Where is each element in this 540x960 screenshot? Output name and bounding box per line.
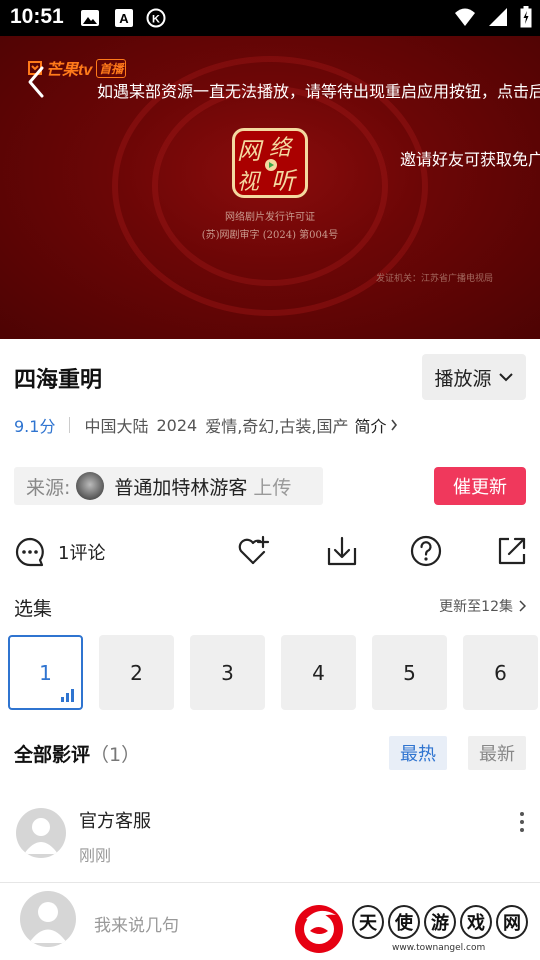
episodes-update-label: 更新至12集 — [439, 599, 513, 615]
uploader-info: 来源: 普通加特林游客 上传 — [14, 467, 323, 505]
svg-text:视: 视 — [237, 170, 262, 195]
episodes-title: 选集 — [14, 598, 53, 620]
episode-list: 1 2 3 4 5 6 — [8, 635, 538, 710]
back-arrow-icon[interactable] — [22, 64, 52, 100]
episode-number: 2 — [130, 660, 143, 685]
download-icon[interactable] — [325, 534, 359, 568]
episode-number: 5 — [403, 660, 416, 685]
tab-newest[interactable]: 最新 — [468, 736, 526, 770]
watermark-chars: 天 使 游 戏 网 — [352, 905, 528, 939]
logo-badge: 首播 — [96, 58, 127, 78]
default-user-icon — [29, 902, 67, 943]
show-score: 9.1分 — [14, 417, 56, 436]
uploader-action: 上传 — [253, 476, 292, 499]
comment-count-label: 1评论 — [58, 543, 106, 564]
play-source-label: 播放源 — [434, 367, 492, 390]
avatar[interactable] — [20, 891, 76, 947]
svg-text:听: 听 — [271, 167, 298, 195]
comment-icon — [15, 537, 44, 567]
watermark-logo-icon — [295, 905, 343, 953]
watermark-char: 使 — [388, 905, 420, 939]
seal-emblem-icon: 网 络 视 听 — [237, 136, 298, 195]
uploader-source-label: 来源: — [26, 476, 71, 499]
playing-indicator-icon — [61, 689, 74, 702]
tab-hottest[interactable]: 最热 — [389, 736, 447, 770]
status-time: 10:51 — [10, 5, 64, 28]
chevron-down-icon — [498, 373, 513, 382]
episode-number: 4 — [312, 660, 325, 685]
episode-number: 6 — [494, 660, 507, 685]
a-letter-icon: A — [115, 9, 133, 27]
svg-text:K: K — [152, 14, 160, 26]
more-options-icon[interactable] — [514, 810, 530, 834]
share-icon[interactable] — [495, 534, 529, 568]
comment-input[interactable]: 我来说几句 — [94, 911, 179, 936]
image-icon — [81, 10, 99, 26]
episodes-update-status[interactable]: 更新至12集 — [439, 596, 526, 616]
chevron-right-icon — [519, 600, 526, 612]
intro-label: 简介 — [354, 417, 387, 436]
signal-icon — [489, 8, 507, 26]
reviews-count: （1） — [90, 744, 141, 766]
default-user-icon — [24, 818, 58, 854]
show-meta: 9.1分 中国大陆 2024 爱情,奇幻,古装,国产 简介 — [14, 413, 398, 437]
license-issuer: 发证机关：江苏省广播电视局 — [376, 274, 494, 284]
svg-text:络: 络 — [269, 136, 294, 161]
comment-composer: 我来说几句 天 使 游 戏 网 www.townangel.com — [0, 882, 540, 960]
meta-divider — [69, 417, 71, 433]
episode-button[interactable]: 3 — [190, 635, 265, 710]
logo-text: 芒果tv — [46, 62, 93, 79]
show-title: 四海重明 — [14, 368, 103, 393]
uploader-name[interactable]: 普通加特林游客 — [114, 473, 247, 500]
license-line-1: 网络剧片发行许可证 — [225, 212, 315, 223]
battery-icon — [520, 6, 532, 28]
show-region: 中国大陆 — [84, 417, 149, 436]
watermark-char: 网 — [496, 905, 528, 939]
svg-text:网: 网 — [237, 137, 264, 165]
network-av-seal: 网 络 视 听 — [232, 128, 308, 198]
show-year: 2024 — [156, 415, 198, 435]
watermark-char: 戏 — [460, 905, 492, 939]
comment-author: 官方客服 — [79, 811, 151, 832]
episode-number: 3 — [221, 660, 234, 685]
wifi-icon — [455, 8, 475, 26]
watermark-url: www.townangel.com — [392, 943, 486, 953]
avatar[interactable] — [16, 808, 66, 858]
episode-button[interactable]: 5 — [372, 635, 447, 710]
intro-link[interactable]: 简介 — [354, 413, 398, 437]
invite-banner: 邀请好友可获取免广 — [400, 150, 540, 169]
favorite-add-icon[interactable] — [236, 534, 270, 568]
svg-text:A: A — [119, 11, 129, 26]
episode-button[interactable]: 4 — [281, 635, 356, 710]
request-update-button[interactable]: 催更新 — [434, 467, 526, 505]
status-bar: 10:51 A K — [0, 0, 540, 36]
reviews-title-label: 全部影评 — [14, 744, 91, 766]
watermark: 天 使 游 戏 网 www.townangel.com — [292, 901, 532, 960]
chevron-right-icon — [391, 419, 398, 431]
comment-time: 刚刚 — [79, 846, 112, 865]
episode-number: 1 — [39, 660, 52, 685]
show-genres: 爱情,奇幻,古装,国产 — [205, 417, 349, 436]
episode-button[interactable]: 6 — [463, 635, 538, 710]
watermark-char: 天 — [352, 905, 384, 939]
uploader-avatar[interactable] — [76, 472, 105, 500]
episode-button[interactable]: 2 — [99, 635, 174, 710]
k-circle-icon: K — [146, 8, 166, 28]
help-icon[interactable] — [409, 534, 443, 568]
license-line-2: (苏)网剧审字 (2024) 第004号 — [201, 230, 339, 241]
playback-notice: 如遇某部资源一直无法播放，请等待出现重启应用按钮，点击后 — [97, 82, 540, 101]
play-source-button[interactable]: 播放源 — [422, 354, 526, 400]
comment-button[interactable]: 1评论 — [14, 536, 105, 568]
episode-button[interactable]: 1 — [8, 635, 83, 710]
watermark-char: 游 — [424, 905, 456, 939]
video-player[interactable]: 芒果tv 首播 如遇某部资源一直无法播放，请等待出现重启应用按钮，点击后 邀请好… — [0, 36, 540, 339]
reviews-title: 全部影评（1） — [14, 740, 140, 767]
